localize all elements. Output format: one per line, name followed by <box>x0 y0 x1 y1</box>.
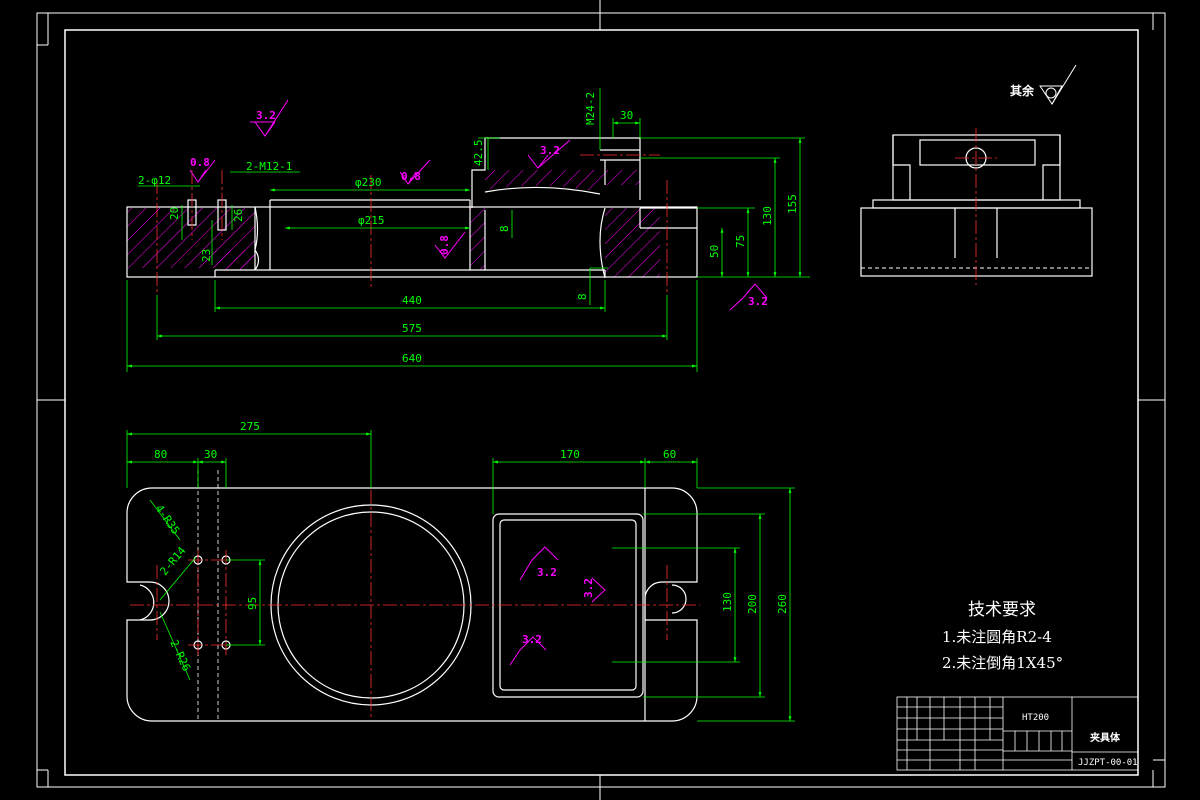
dim-2phi12: 2-φ12 <box>138 174 171 187</box>
roughness-label: 3.2 <box>537 566 557 579</box>
dim-phi215: φ215 <box>358 214 385 227</box>
title-block-part-name: 夹具体 <box>1090 731 1121 744</box>
dim-275: 275 <box>240 420 260 433</box>
sheet-border <box>36 0 1166 800</box>
side-view <box>860 128 1093 285</box>
dim-2r26: 2-R26 <box>167 638 193 674</box>
title-block-material: HT200 <box>1022 713 1049 723</box>
dim-42-5: 42.5 <box>472 140 485 167</box>
remainder-roughness-icon <box>1039 64 1077 105</box>
dim-2r14: 2-R14 <box>157 544 188 578</box>
roughness-label: 3.2 <box>256 109 276 122</box>
dim-440: 440 <box>402 294 422 307</box>
dim-95: 95 <box>246 597 259 610</box>
dim-2m12: 2-M12-1 <box>246 160 292 173</box>
dim-8-bottom: 8 <box>576 293 589 300</box>
dim-155: 155 <box>786 194 799 214</box>
dim-75: 75 <box>734 235 747 248</box>
dim-575: 575 <box>402 322 422 335</box>
tech-requirement-item: 1.未注圆角R2-4 <box>942 628 1052 646</box>
drawing-canvas: 2-φ12 2-M12-1 φ230 φ215 20 26 23 8 8 42.… <box>36 0 1166 800</box>
tech-requirement-item: 2.未注倒角1X45° <box>942 654 1063 672</box>
roughness-label: 0.8 <box>401 170 421 183</box>
front-roughness-symbols <box>189 99 768 311</box>
remainder-label: 其余 <box>1010 83 1035 98</box>
dim-130-front: 130 <box>761 206 774 226</box>
roughness-label: 0.8 <box>438 235 451 255</box>
title-block-drawing-no: JJZPT-00-01 <box>1078 758 1138 768</box>
roughness-label: 3.2 <box>522 633 542 646</box>
roughness-label: 3.2 <box>540 144 560 157</box>
plan-view <box>126 430 795 722</box>
dim-4r35: 4-R35 <box>153 502 183 537</box>
roughness-label: 0.8 <box>190 156 210 169</box>
dim-640: 640 <box>402 352 422 365</box>
dim-80: 80 <box>154 448 167 461</box>
roughness-label: 3.2 <box>748 295 768 308</box>
dim-8-inner: 8 <box>498 225 511 232</box>
dim-30-plan: 30 <box>204 448 217 461</box>
tech-requirements-title: 技术要求 <box>968 600 1036 620</box>
dim-26: 26 <box>232 209 245 222</box>
dim-200: 200 <box>746 594 759 614</box>
front-section-view <box>126 88 810 372</box>
dim-30-top: 30 <box>620 109 633 122</box>
dim-20: 20 <box>168 207 181 220</box>
dim-130-plan: 130 <box>721 592 734 612</box>
dim-m24: M24-2 <box>584 92 597 125</box>
dim-170: 170 <box>560 448 580 461</box>
dim-phi230: φ230 <box>355 176 382 189</box>
dim-260: 260 <box>776 594 789 614</box>
dim-23: 23 <box>200 249 213 262</box>
roughness-label: 3.2 <box>582 578 595 598</box>
dim-50: 50 <box>708 245 721 258</box>
dim-60: 60 <box>663 448 676 461</box>
